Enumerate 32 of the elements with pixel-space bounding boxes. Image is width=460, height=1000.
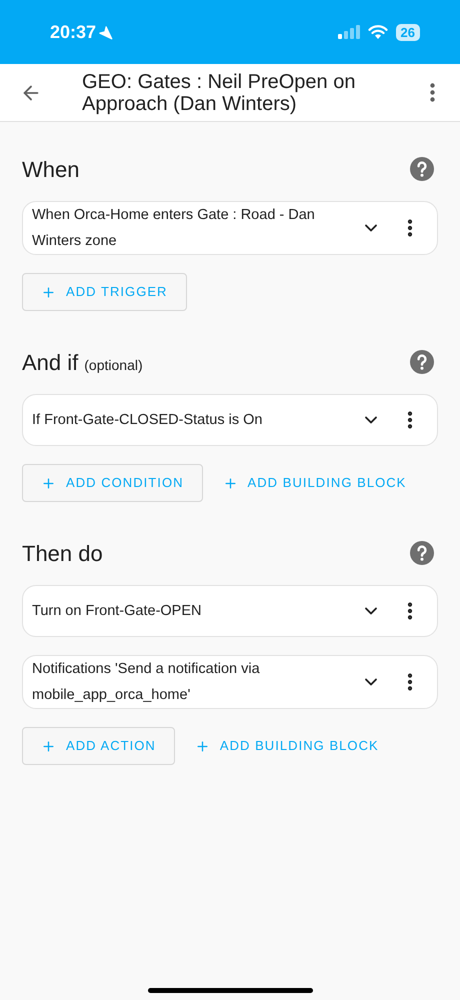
plus-icon — [41, 284, 56, 300]
row-text: Notifications 'Send a notification via mobile_app_orca_home' — [32, 660, 261, 705]
row-text: When Orca-Home enters Gate : Road - Dan Winters zone — [32, 206, 316, 251]
plus-icon — [41, 476, 56, 490]
row-text: If Front-Gate-CLOSED-Status is On — [32, 411, 264, 430]
plus-icon — [194, 738, 210, 754]
more-icon — [430, 83, 434, 102]
automation-row-card[interactable]: If Front-Gate-CLOSED-Status is On — [22, 394, 438, 446]
plus-icon — [41, 738, 56, 754]
add-button[interactable]: ADD CONDITION — [22, 464, 203, 502]
help-icon[interactable] — [410, 541, 434, 565]
page-title: GEO: Gates : Neil PreOpen on Approach (Dan Winters) — [81, 70, 356, 114]
add-block-link[interactable]: ADD BUILDING BLOCK — [204, 464, 424, 502]
add-block-link[interactable]: ADD BUILDING BLOCK — [176, 727, 397, 765]
automation-row-card[interactable]: Turn on Front-Gate-OPEN — [22, 585, 438, 637]
optional-note: (optional) — [84, 356, 143, 375]
section-heading: When — [22, 156, 80, 184]
plus-icon — [222, 476, 238, 490]
location-icon — [98, 24, 114, 40]
help-icon[interactable] — [410, 350, 434, 374]
add-button[interactable]: ADD ACTION — [22, 727, 175, 765]
battery-indicator: 26 — [396, 24, 420, 40]
section-heading: Then do — [22, 540, 103, 568]
clock-time: 20:37 — [50, 20, 96, 44]
signal-icon — [338, 25, 360, 39]
automation-row-card[interactable]: Notifications 'Send a notification via mobile_app_orca_home' — [22, 655, 438, 709]
wifi-icon — [368, 25, 388, 39]
row-text: Turn on Front-Gate-OPEN — [32, 602, 202, 621]
add-button[interactable]: ADD TRIGGER — [22, 273, 186, 311]
section-heading: And if — [22, 348, 78, 376]
automation-row-card[interactable]: When Orca-Home enters Gate : Road - Dan Winters zone — [22, 201, 438, 255]
help-icon[interactable] — [410, 157, 434, 181]
